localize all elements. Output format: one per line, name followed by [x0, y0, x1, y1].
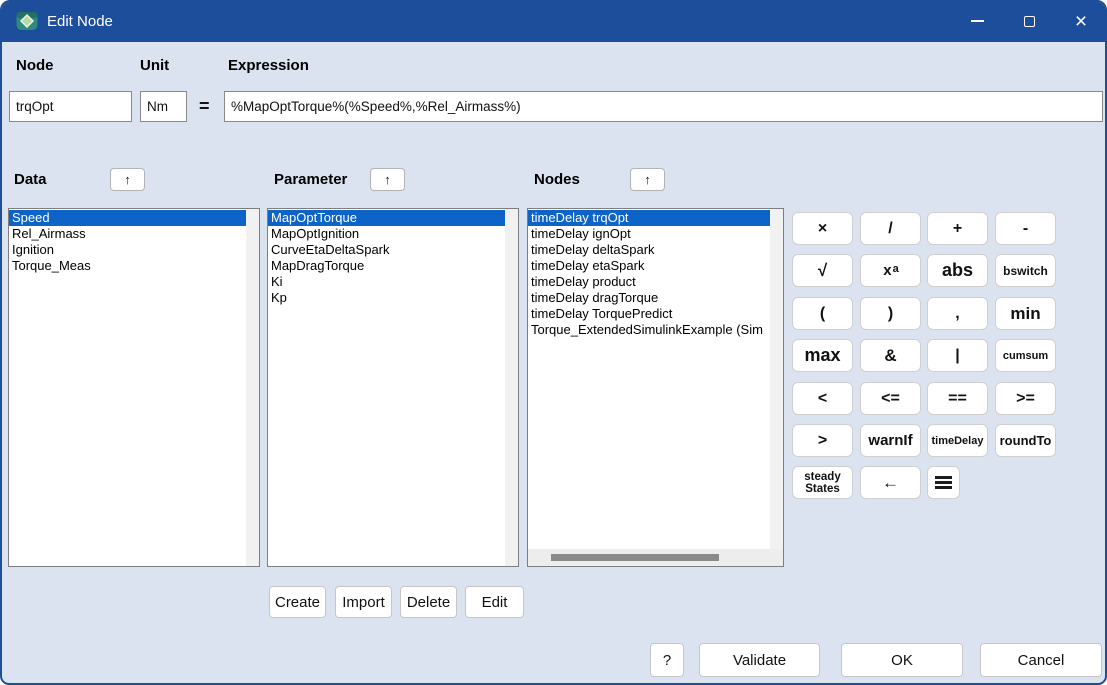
titlebar[interactable]: Edit Node × [0, 0, 1107, 42]
minimize-button[interactable] [951, 0, 1003, 42]
app-icon [16, 10, 38, 32]
expression-label: Expression [228, 57, 309, 74]
or-button[interactable]: | [927, 339, 988, 372]
roundto-button[interactable]: roundTo [995, 424, 1056, 457]
multiply-button[interactable]: × [792, 212, 853, 245]
list-item[interactable]: timeDelay ignOpt [528, 226, 770, 242]
nodes-sort-button[interactable]: ↑ [630, 168, 665, 191]
list-item[interactable]: MapOptIgnition [268, 226, 505, 242]
unit-input[interactable] [140, 91, 187, 122]
edit-button[interactable]: Edit [465, 586, 524, 618]
create-button[interactable]: Create [269, 586, 326, 618]
data-listbox[interactable]: Speed Rel_Airmass Ignition Torque_Meas [8, 208, 260, 567]
steadystates-line1: steady [804, 471, 840, 483]
node-label: Node [16, 57, 54, 74]
close-icon: × [1075, 11, 1087, 32]
maximize-icon [1024, 16, 1035, 27]
menu-icon [935, 474, 952, 491]
open-paren-button[interactable]: ( [792, 297, 853, 330]
greater-than-button[interactable]: > [792, 424, 853, 457]
list-item[interactable]: timeDelay product [528, 274, 770, 290]
node-input[interactable] [9, 91, 132, 122]
min-button[interactable]: min [995, 297, 1056, 330]
warnif-button[interactable]: warnIf [860, 424, 921, 457]
list-item[interactable]: MapDragTorque [268, 258, 505, 274]
list-item[interactable]: Ignition [9, 242, 246, 258]
steadystates-line2: States [805, 483, 840, 495]
minus-button[interactable]: - [995, 212, 1056, 245]
up-arrow-icon: ↑ [384, 172, 391, 187]
unit-label: Unit [140, 57, 169, 74]
timedelay-button[interactable]: timeDelay [927, 424, 988, 457]
list-item[interactable]: timeDelay dragTorque [528, 290, 770, 306]
up-arrow-icon: ↑ [124, 172, 131, 187]
list-item[interactable]: timeDelay TorquePredict [528, 306, 770, 322]
ok-button[interactable]: OK [841, 643, 963, 677]
edit-node-dialog: Edit Node × Node Unit Expression = Data … [0, 0, 1107, 685]
power-base: x [883, 262, 891, 279]
list-item[interactable]: Rel_Airmass [9, 226, 246, 242]
equals-sign: = [199, 96, 210, 117]
sqrt-button[interactable]: √ [792, 254, 853, 287]
list-item[interactable]: timeDelay deltaSpark [528, 242, 770, 258]
data-vertical-scrollbar[interactable] [246, 209, 259, 566]
power-button[interactable]: xa [860, 254, 921, 287]
close-button[interactable]: × [1055, 0, 1107, 42]
minimize-icon [971, 20, 984, 22]
menu-button[interactable] [927, 466, 960, 499]
import-button[interactable]: Import [335, 586, 392, 618]
nodes-list-label: Nodes [534, 171, 580, 188]
cumsum-button[interactable]: cumsum [995, 339, 1056, 372]
greater-equal-button[interactable]: >= [995, 382, 1056, 415]
list-item[interactable]: MapOptTorque [268, 210, 505, 226]
list-item[interactable]: timeDelay etaSpark [528, 258, 770, 274]
equal-button[interactable]: == [927, 382, 988, 415]
list-item[interactable]: Speed [9, 210, 246, 226]
up-arrow-icon: ↑ [644, 172, 651, 187]
steadystates-button[interactable]: steady States [792, 466, 853, 499]
less-than-button[interactable]: < [792, 382, 853, 415]
list-item[interactable]: Ki [268, 274, 505, 290]
plus-button[interactable]: + [927, 212, 988, 245]
and-button[interactable]: & [860, 339, 921, 372]
bswitch-button[interactable]: bswitch [995, 254, 1056, 287]
nodes-vertical-scrollbar[interactable] [770, 209, 783, 549]
expression-input[interactable] [224, 91, 1103, 122]
cancel-button[interactable]: Cancel [980, 643, 1102, 677]
less-equal-button[interactable]: <= [860, 382, 921, 415]
list-item[interactable]: Torque_ExtendedSimulinkExample (Sim [528, 322, 770, 338]
nodes-listbox[interactable]: timeDelay trqOpt timeDelay ignOpt timeDe… [527, 208, 784, 567]
back-arrow-button[interactable]: ← [860, 466, 921, 499]
list-item[interactable]: Torque_Meas [9, 258, 246, 274]
scrollbar-thumb[interactable] [551, 554, 719, 561]
list-item[interactable]: Kp [268, 290, 505, 306]
list-item[interactable]: timeDelay trqOpt [528, 210, 770, 226]
max-button[interactable]: max [792, 339, 853, 372]
abs-button[interactable]: abs [927, 254, 988, 287]
close-paren-button[interactable]: ) [860, 297, 921, 330]
validate-button[interactable]: Validate [699, 643, 820, 677]
divide-button[interactable]: / [860, 212, 921, 245]
nodes-horizontal-scrollbar[interactable] [528, 549, 783, 566]
maximize-button[interactable] [1003, 0, 1055, 42]
delete-button[interactable]: Delete [400, 586, 457, 618]
parameter-sort-button[interactable]: ↑ [370, 168, 405, 191]
parameter-list-label: Parameter [274, 171, 347, 188]
power-exponent: a [893, 263, 899, 275]
parameter-listbox[interactable]: MapOptTorque MapOptIgnition CurveEtaDelt… [267, 208, 519, 567]
parameter-vertical-scrollbar[interactable] [505, 209, 518, 566]
list-item[interactable]: CurveEtaDeltaSpark [268, 242, 505, 258]
data-sort-button[interactable]: ↑ [110, 168, 145, 191]
comma-button[interactable]: , [927, 297, 988, 330]
window-title: Edit Node [47, 13, 113, 30]
help-button[interactable]: ? [650, 643, 684, 677]
data-list-label: Data [14, 171, 47, 188]
